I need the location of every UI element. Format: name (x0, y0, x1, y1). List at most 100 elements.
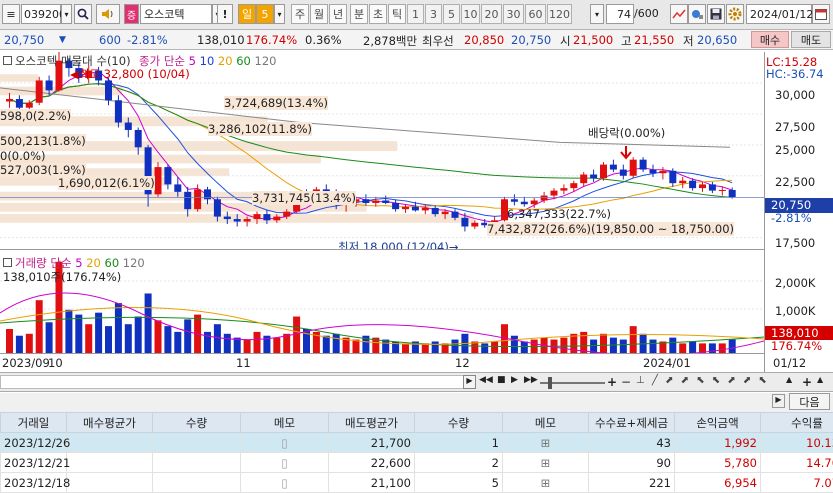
candle-body (718, 189, 726, 191)
interval-button[interactable]: 120 (547, 4, 572, 24)
table-row[interactable]: 2023/12/26 ▯ 21,700 1 ⊞ 43 1,992 10.13% (0, 432, 833, 453)
last-date-label: 01/12 (773, 356, 807, 370)
calendar-icon[interactable] (812, 4, 830, 24)
fast-forward-icon[interactable]: ▶▶ (524, 375, 538, 389)
volume-bar (35, 300, 43, 353)
vol-tick: 1,000K (775, 304, 816, 318)
col-fee[interactable]: 수수료+제세금 (588, 412, 675, 433)
interval-button[interactable]: 20 (481, 4, 502, 24)
period-second-button[interactable]: 초 (369, 4, 387, 24)
page-count-input[interactable]: 74 (606, 4, 634, 24)
memo-add-icon[interactable]: ⊞ (502, 472, 589, 493)
interval-button[interactable]: 3 (425, 4, 442, 24)
speaker-icon[interactable] (96, 4, 120, 24)
candle-body (600, 164, 607, 179)
scroll-right-icon[interactable]: ▶ (463, 375, 476, 389)
next-button[interactable]: 다음 (789, 393, 830, 410)
candle-body (174, 184, 182, 192)
col-return[interactable]: 수익률 (760, 412, 833, 433)
memo-add-icon[interactable]: ⊞ (502, 432, 589, 453)
search-icon[interactable] (74, 4, 92, 24)
candle-body (223, 216, 231, 220)
col-pnl[interactable]: 손익금액 (674, 412, 761, 433)
price-axis: LC:15.28 HC:-36.74 30,000 27,500 25,000 … (764, 52, 833, 375)
menu-icon[interactable]: ≡ (2, 4, 20, 24)
col-buy-qty[interactable]: 수량 (152, 412, 241, 433)
volume-bar (253, 331, 261, 353)
info-button[interactable]: ! (217, 4, 233, 24)
tools-icon[interactable] (688, 4, 706, 24)
col-sell-qty[interactable]: 수량 (414, 412, 503, 433)
volume-bar (223, 333, 231, 353)
zoom-out-icon[interactable]: − (621, 375, 634, 389)
memo-icon[interactable]: ▯ (240, 452, 329, 473)
interval-button[interactable]: 5 (443, 4, 460, 24)
vp-label-9: 0(0.0%) (0, 149, 46, 163)
period-tick-button[interactable]: 틱 (388, 4, 406, 24)
candle-body (689, 180, 697, 189)
save-icon[interactable] (707, 4, 725, 24)
chart-type-icon[interactable] (670, 4, 688, 24)
collapse-icon[interactable]: ▲ (786, 375, 799, 389)
period-month-button[interactable]: 월 (310, 4, 328, 24)
interval-button[interactable]: 10 (461, 4, 480, 24)
play-icon[interactable]: ▶ (511, 375, 524, 389)
candle-body (35, 80, 43, 103)
volume-chart[interactable]: 거래량 단순 5 20 60 120 138,010주(176.74%) (0, 253, 764, 353)
cell-fee: 43 (588, 432, 675, 453)
table-row[interactable]: 2023/12/21 ▯ 22,600 2 ⊞ 90 5,780 14.70% (0, 452, 833, 473)
candle-body (540, 195, 548, 201)
interval-dropdown-icon[interactable]: ▾ (590, 4, 604, 24)
memo-icon[interactable]: ▯ (240, 432, 329, 453)
period-count-field[interactable]: 5 (256, 4, 274, 24)
period-week-button[interactable]: 주 (291, 4, 309, 24)
period-dropdown-icon[interactable]: ▾ (274, 4, 285, 24)
volume-bar (45, 322, 53, 353)
memo-add-icon[interactable]: ⊞ (502, 452, 589, 473)
period-day-button[interactable]: 일 (238, 4, 256, 24)
vp-label-10: 527,003(1.9%) (0, 163, 86, 177)
period-minute-button[interactable]: 분 (350, 4, 368, 24)
date-field[interactable]: 2024/01/12 (746, 4, 813, 24)
price-chart[interactable]: 오스코텍 매물대 수(10) 종가 단순 5 10 20 60 120 ◀최고 … (0, 52, 764, 250)
code-dropdown-icon[interactable]: ▾ (61, 4, 72, 24)
add-icon[interactable]: + (802, 375, 815, 389)
scroll-track[interactable] (0, 375, 464, 389)
drawing-tools-icon[interactable]: ⊥ ╱ ⬈ ⬈ ⬉ ⬉ ⬈ ⬈ ⬉ (636, 375, 786, 389)
col-sell-memo[interactable]: 메모 (502, 412, 589, 433)
prev-icon[interactable]: ▶ (772, 394, 785, 408)
expand-icon[interactable]: ▲ (817, 375, 830, 389)
col-sell-avg[interactable]: 매도평균가 (328, 412, 415, 433)
settings-gear-icon[interactable] (726, 4, 744, 24)
cell-sell-avg: 21,100 (328, 472, 415, 493)
volume-bar (431, 341, 439, 353)
candle-body (699, 184, 706, 189)
candle-body (461, 217, 469, 227)
volume-bar (124, 324, 132, 353)
cell-return: 14.70% (760, 452, 833, 473)
col-buy-memo[interactable]: 메모 (240, 412, 329, 433)
rewind-icon[interactable]: ◀◀ (479, 375, 493, 389)
zoom-in-icon[interactable]: + (607, 375, 620, 389)
zoom-slider-handle[interactable] (548, 377, 552, 389)
col-date[interactable]: 거래일 (0, 412, 67, 433)
memo-icon[interactable]: ▯ (240, 472, 329, 493)
candle-body (619, 169, 627, 176)
table-row[interactable]: 2023/12/18 ▯ 21,100 5 ⊞ 221 6,954 7.07% (0, 472, 833, 493)
interval-button[interactable]: 30 (503, 4, 524, 24)
sell-button[interactable]: 매도 (791, 31, 831, 48)
interval-button[interactable]: 1 (407, 4, 424, 24)
code-input[interactable]: 039200 (21, 4, 66, 24)
buy-button[interactable]: 매수 (751, 31, 789, 48)
period-year-button[interactable]: 년 (329, 4, 347, 24)
stop-icon[interactable]: ■ (497, 375, 508, 389)
interval-button[interactable]: 60 (525, 4, 546, 24)
candle-body (580, 174, 588, 184)
col-buy-avg[interactable]: 매수평균가 (66, 412, 153, 433)
candle-body (629, 159, 637, 176)
chart-scrollbar[interactable]: ▶ ◀◀ ■ ▶ ▶▶ + − ⊥ ╱ ⬈ ⬈ ⬉ ⬉ ⬈ ⬈ ⬉ ▲ + ▲ (0, 372, 833, 392)
open-label: 시 (560, 34, 571, 48)
candle-body (550, 190, 558, 196)
stock-name-field[interactable]: 오스코텍 (140, 4, 212, 24)
cell-buy-avg (66, 452, 153, 473)
